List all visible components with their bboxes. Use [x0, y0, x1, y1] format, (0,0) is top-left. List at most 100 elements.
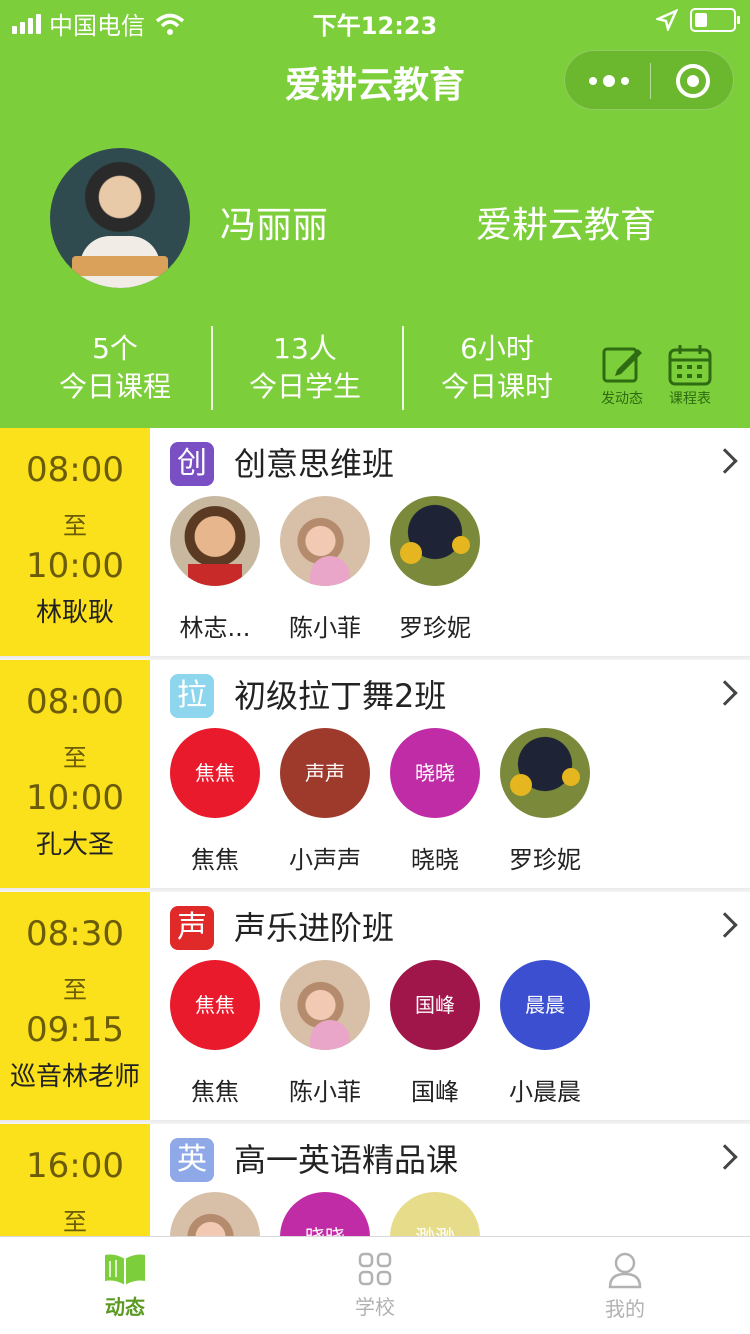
student-item[interactable]: 林志... — [165, 496, 265, 643]
student-item[interactable]: 陈小菲 — [275, 496, 375, 643]
user-icon — [608, 1252, 642, 1289]
course-badge: 英 — [170, 1138, 214, 1182]
course-start-time: 08:00 — [26, 682, 124, 722]
student-avatar — [280, 960, 370, 1050]
student-item[interactable]: 焦焦 焦焦 — [165, 960, 265, 1107]
student-name: 小声声 — [289, 846, 361, 874]
schedule-button[interactable]: 课程表 — [660, 344, 720, 408]
student-avatar: 晨晨 — [500, 960, 590, 1050]
tab-mine[interactable]: 我的 — [500, 1237, 750, 1334]
student-name: 焦焦 — [191, 1078, 239, 1106]
chevron-right-icon[interactable] — [712, 680, 738, 706]
course-title: 声乐进阶班 — [234, 909, 395, 947]
student-item[interactable]: 国峰 国峰 — [385, 960, 485, 1107]
stat-today-courses[interactable]: 5个 今日课程 — [20, 330, 210, 406]
stat-today-students[interactable]: 13人 今日学生 — [210, 330, 400, 406]
course-end-time: 10:00 — [26, 778, 124, 818]
student-name: 小晨晨 — [509, 1078, 581, 1106]
student-name: 罗珍妮 — [509, 846, 581, 874]
course-end-time: 10:00 — [26, 546, 124, 586]
book-open-icon — [105, 1254, 145, 1285]
student-item[interactable]: 陈小菲 — [275, 960, 375, 1107]
course-badge: 声 — [170, 906, 214, 950]
student-name: 焦焦 — [191, 846, 239, 874]
capsule-divider — [650, 63, 651, 99]
chevron-right-icon[interactable] — [712, 912, 738, 938]
course-time-column: 08:00 至 10:00 林耿耿 — [0, 428, 150, 656]
student-avatar — [390, 496, 480, 586]
tab-label: 动态 — [105, 1295, 145, 1319]
school-name: 爱耕云教育 — [476, 205, 657, 246]
student-avatar: 晓晓 — [390, 728, 480, 818]
calendar-icon — [668, 345, 712, 386]
tab-label: 我的 — [605, 1297, 645, 1321]
course-time-separator: 至 — [63, 1208, 87, 1236]
battery-icon — [690, 8, 740, 32]
stat-label: 今日课时 — [440, 370, 553, 403]
stat-today-hours[interactable]: 6小时 今日课时 — [402, 330, 592, 406]
student-name: 陈小菲 — [289, 1078, 361, 1106]
teacher-avatar[interactable] — [50, 148, 190, 288]
student-item[interactable]: 声声 小声声 — [275, 728, 375, 875]
student-name: 罗珍妮 — [399, 614, 471, 642]
student-avatar: 声声 — [280, 728, 370, 818]
stat-value: 6小时 — [460, 332, 534, 365]
course-end-time: 09:15 — [26, 1010, 124, 1050]
student-item[interactable]: 晓晓 晓晓 — [385, 728, 485, 875]
course-time-separator: 至 — [63, 512, 87, 540]
grid-icon — [358, 1252, 392, 1286]
course-time-column: 08:00 至 10:00 孔大圣 — [0, 660, 150, 888]
course-teacher: 孔大圣 — [35, 830, 114, 860]
student-name: 陈小菲 — [289, 614, 361, 642]
course-start-time: 16:00 — [26, 1146, 124, 1186]
chevron-right-icon[interactable] — [712, 1144, 738, 1170]
close-target-icon[interactable] — [676, 64, 710, 98]
student-item[interactable]: 晨晨 小晨晨 — [495, 960, 595, 1107]
course-title: 初级拉丁舞2班 — [234, 677, 447, 715]
student-item[interactable]: 焦焦 焦焦 — [165, 728, 265, 875]
schedule-label: 课程表 — [669, 391, 711, 407]
stat-label: 今日课程 — [58, 370, 171, 403]
course-card[interactable]: 08:00 至 10:00 林耿耿 创 创意思维班 林志... 陈小菲 罗珍妮 — [0, 428, 750, 658]
chevron-right-icon[interactable] — [712, 448, 738, 474]
student-name: 晓晓 — [411, 846, 459, 874]
student-avatar: 国峰 — [390, 960, 480, 1050]
student-avatar — [280, 496, 370, 586]
student-avatar — [170, 496, 260, 586]
header: 中国电信 下午12:23 爱耕云教育 冯丽丽 爱耕云教育 5个 今日课程 13人… — [0, 0, 750, 428]
post-moment-button[interactable]: 发动态 — [592, 344, 652, 408]
status-bar: 中国电信 下午12:23 — [0, 0, 750, 40]
student-name: 林志... — [179, 614, 251, 642]
stat-value: 13人 — [273, 332, 337, 365]
tab-school[interactable]: 学校 — [250, 1237, 500, 1334]
tab-label: 学校 — [355, 1295, 395, 1319]
clock: 下午12:23 — [312, 12, 438, 40]
mini-program-capsule — [564, 50, 734, 110]
course-teacher: 巡音林老师 — [9, 1062, 140, 1092]
course-badge: 拉 — [170, 674, 214, 718]
student-item[interactable]: 罗珍妮 — [495, 728, 595, 875]
student-item[interactable]: 罗珍妮 — [385, 496, 485, 643]
student-avatar: 焦焦 — [170, 728, 260, 818]
course-start-time: 08:30 — [26, 914, 124, 954]
course-time-column: 08:30 至 09:15 巡音林老师 — [0, 892, 150, 1120]
course-start-time: 08:00 — [26, 450, 124, 490]
course-title: 高一英语精品课 — [234, 1141, 459, 1179]
student-avatar: 焦焦 — [170, 960, 260, 1050]
post-moment-label: 发动态 — [601, 391, 643, 407]
course-time-separator: 至 — [63, 744, 87, 772]
teacher-name: 冯丽丽 — [220, 205, 329, 246]
more-icon[interactable] — [589, 75, 629, 87]
stat-value: 5个 — [92, 332, 138, 365]
status-right — [656, 8, 740, 32]
student-name: 国峰 — [411, 1078, 459, 1106]
course-time-separator: 至 — [63, 976, 87, 1004]
course-title: 创意思维班 — [234, 445, 395, 483]
course-card[interactable]: 08:30 至 09:15 巡音林老师 声 声乐进阶班 焦焦 焦焦 陈小菲 国峰国… — [0, 892, 750, 1122]
tab-bar: 动态 学校 我的 — [0, 1236, 750, 1334]
location-arrow-icon — [656, 9, 678, 31]
course-badge: 创 — [170, 442, 214, 486]
student-avatar — [500, 728, 590, 818]
tab-feed[interactable]: 动态 — [0, 1237, 250, 1334]
course-card[interactable]: 08:00 至 10:00 孔大圣 拉 初级拉丁舞2班 焦焦 焦焦 声声 小声声 晓… — [0, 660, 750, 890]
